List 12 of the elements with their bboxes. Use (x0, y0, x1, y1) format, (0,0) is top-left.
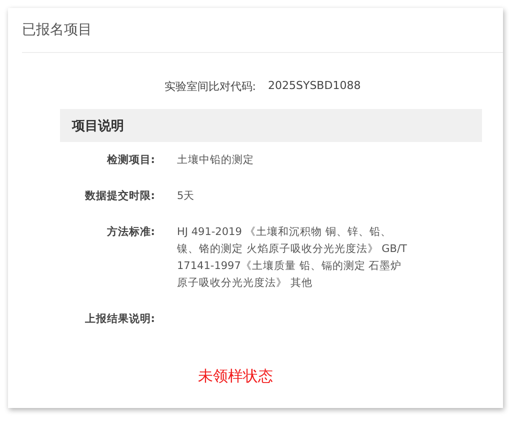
panel-title: 已报名项目 (22, 21, 92, 39)
field-value: HJ 491-2019 《土壤和沉积物 铜、锌、铅、镍、铬的测定 火焰原子吸收分光光度法》 GB/T 17141-1997《土壤质量 铅、镉的测定 石墨炉原子吸收分光光度法》 其他 (177, 225, 408, 291)
status-annotation: 未领样状态 (198, 367, 273, 386)
lab-code-value: 2025SYSBD1088 (268, 79, 361, 94)
field-label: 数据提交时限: (84, 188, 155, 204)
field-value: 土壤中铅的测定 (177, 153, 255, 168)
field-value: 5天 (177, 189, 196, 204)
field-label: 检测项目: (106, 153, 155, 168)
field-label: 方法标准: (106, 224, 155, 240)
lab-code-label: 实验室间比对代码: (164, 79, 256, 94)
field-label: 上报结果说明: (84, 312, 155, 327)
section-title: 项目说明 (72, 118, 124, 134)
